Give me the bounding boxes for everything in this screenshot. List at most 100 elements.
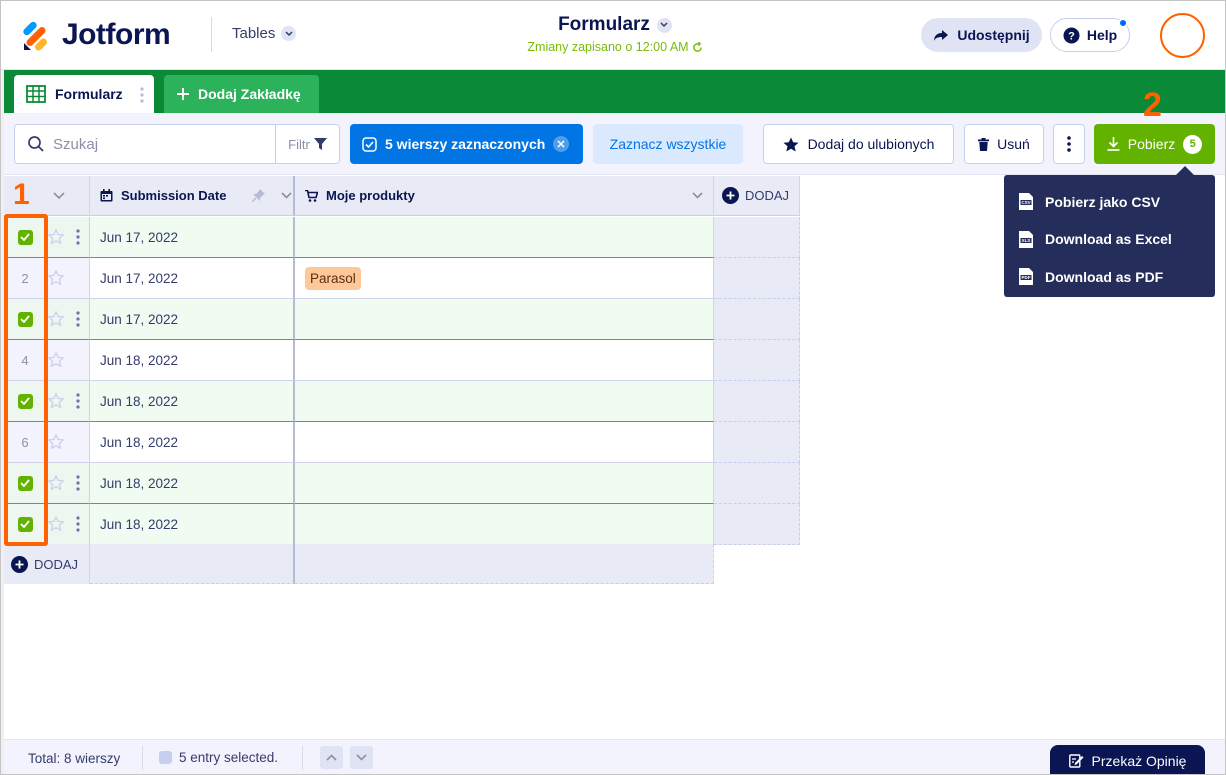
row-select-cell[interactable] — [4, 463, 90, 504]
submission-date-cell[interactable]: Jun 18, 2022 — [90, 463, 295, 504]
add-tab-button[interactable]: Dodaj Zakładkę — [164, 75, 319, 113]
help-button[interactable]: ? Help — [1050, 18, 1130, 52]
previous-row-button[interactable] — [320, 746, 343, 769]
add-row-button[interactable]: DODAJ — [4, 544, 90, 584]
table-row[interactable]: 2 Jun 17, 2022 Parasol — [4, 258, 800, 299]
column-header-submission-date[interactable]: Submission Date — [90, 176, 295, 216]
row-select-cell[interactable]: 4 — [4, 340, 90, 381]
star-icon[interactable] — [47, 474, 65, 493]
share-button[interactable]: Udostępnij — [921, 18, 1042, 52]
row-number[interactable]: 4 — [21, 353, 28, 368]
submission-date-cell[interactable]: Jun 18, 2022 — [90, 504, 295, 545]
submission-date-cell[interactable]: Jun 17, 2022 — [90, 258, 295, 299]
table-row[interactable]: Jun 18, 2022 — [4, 463, 800, 504]
moje-produkty-cell[interactable] — [295, 422, 714, 463]
star-icon[interactable] — [47, 515, 65, 534]
download-excel-item[interactable]: XLS Download as Excel — [1004, 221, 1215, 259]
table-row[interactable]: Jun 18, 2022 — [4, 504, 800, 545]
download-button[interactable]: Pobierz 5 — [1094, 124, 1215, 164]
row-select-cell[interactable]: 2 — [4, 258, 90, 299]
tab-formularz[interactable]: Formularz — [14, 75, 154, 113]
row-options-icon[interactable] — [76, 229, 80, 248]
row-checkbox-checked[interactable] — [17, 393, 33, 409]
add-to-favorites-button[interactable]: Dodaj do ulubionych — [763, 124, 954, 164]
submission-date-value: Jun 17, 2022 — [100, 311, 179, 327]
download-csv-item[interactable]: CSV Pobierz jako CSV — [1004, 183, 1215, 221]
star-icon[interactable] — [47, 433, 65, 452]
add-column-filler-cell — [714, 381, 800, 422]
moje-produkty-cell[interactable] — [295, 217, 714, 258]
submission-date-cell[interactable]: Jun 18, 2022 — [90, 340, 295, 381]
column-header-moje-produkty[interactable]: Moje produkty — [295, 176, 714, 216]
search-input[interactable] — [45, 126, 285, 162]
plus-icon — [177, 88, 189, 100]
row-select-cell[interactable]: 6 — [4, 422, 90, 463]
next-row-button[interactable] — [350, 746, 373, 769]
delete-button[interactable]: Usuń — [964, 124, 1044, 164]
row-options-icon[interactable] — [76, 311, 80, 330]
chevron-down-icon[interactable] — [281, 192, 293, 199]
row-checkbox-checked[interactable] — [17, 311, 33, 327]
add-row-filler — [295, 544, 714, 584]
submission-date-cell[interactable]: Jun 18, 2022 — [90, 422, 295, 463]
star-icon[interactable] — [47, 310, 65, 329]
moje-produkty-cell[interactable] — [295, 340, 714, 381]
moje-produkty-cell[interactable] — [295, 463, 714, 504]
chevron-down-icon — [281, 26, 297, 41]
column-header-label: Submission Date — [121, 188, 227, 203]
row-number[interactable]: 2 — [21, 271, 28, 286]
row-options-icon[interactable] — [76, 516, 80, 535]
row-select-cell[interactable] — [4, 381, 90, 422]
selection-status: 5 entry selected. — [159, 750, 278, 765]
row-options-icon[interactable] — [76, 475, 80, 494]
download-count-badge: 5 — [1183, 134, 1203, 154]
chevron-down-icon[interactable] — [692, 192, 703, 199]
form-title-button[interactable]: Formularz — [558, 14, 672, 36]
feedback-button[interactable]: Przekaż Opinię — [1050, 745, 1205, 775]
jotform-logo[interactable]: Jotform — [22, 18, 171, 52]
star-icon[interactable] — [47, 392, 65, 411]
avatar[interactable] — [1160, 13, 1205, 58]
star-icon[interactable] — [47, 269, 65, 288]
table-row[interactable]: Jun 17, 2022 — [4, 299, 800, 340]
form-title: Formularz — [558, 14, 650, 35]
table-row[interactable]: 4 Jun 18, 2022 — [4, 340, 800, 381]
row-checkbox-checked[interactable] — [17, 475, 33, 491]
submission-date-value: Jun 17, 2022 — [100, 229, 179, 245]
moje-produkty-cell[interactable] — [295, 299, 714, 340]
pin-icon[interactable] — [252, 189, 266, 202]
row-select-cell[interactable] — [4, 504, 90, 545]
download-pdf-item[interactable]: PDF Download as PDF — [1004, 258, 1215, 296]
submission-date-cell[interactable]: Jun 17, 2022 — [90, 299, 295, 340]
tab-options-icon[interactable] — [140, 87, 144, 103]
moje-produkty-cell[interactable] — [295, 504, 714, 545]
table-row[interactable]: 6 Jun 18, 2022 — [4, 422, 800, 463]
submission-date-cell[interactable]: Jun 18, 2022 — [90, 381, 295, 422]
star-icon[interactable] — [47, 351, 65, 370]
table-grid-icon — [26, 85, 46, 103]
svg-text:PDF: PDF — [1022, 275, 1031, 280]
trash-icon — [978, 137, 990, 151]
row-options-icon[interactable] — [76, 393, 80, 412]
clear-selection-icon[interactable] — [553, 136, 570, 152]
add-column-button[interactable]: DODAJ — [714, 176, 800, 216]
row-select-cell[interactable] — [4, 299, 90, 340]
row-checkbox-checked[interactable] — [17, 516, 33, 532]
moje-produkty-cell[interactable] — [295, 381, 714, 422]
table-row[interactable]: Jun 18, 2022 — [4, 381, 800, 422]
row-select-cell[interactable] — [4, 217, 90, 258]
filter-button[interactable]: Filtr — [275, 125, 339, 163]
row-checkbox-checked[interactable] — [17, 229, 33, 245]
moje-produkty-cell[interactable]: Parasol — [295, 258, 714, 299]
brand-name: Jotform — [62, 18, 171, 51]
table-row[interactable]: Jun 17, 2022 — [4, 217, 800, 258]
add-tab-label: Dodaj Zakładkę — [198, 86, 301, 102]
tables-menu-button[interactable]: Tables — [232, 25, 297, 42]
row-number[interactable]: 6 — [21, 435, 28, 450]
more-options-button[interactable] — [1053, 124, 1085, 164]
submission-date-cell[interactable]: Jun 17, 2022 — [90, 217, 295, 258]
csv-file-icon: CSV — [1019, 193, 1033, 211]
star-icon[interactable] — [47, 228, 65, 247]
select-all-button[interactable]: Zaznacz wszystkie — [593, 124, 743, 164]
selected-rows-pill[interactable]: 5 wierszy zaznaczonych — [350, 124, 583, 164]
